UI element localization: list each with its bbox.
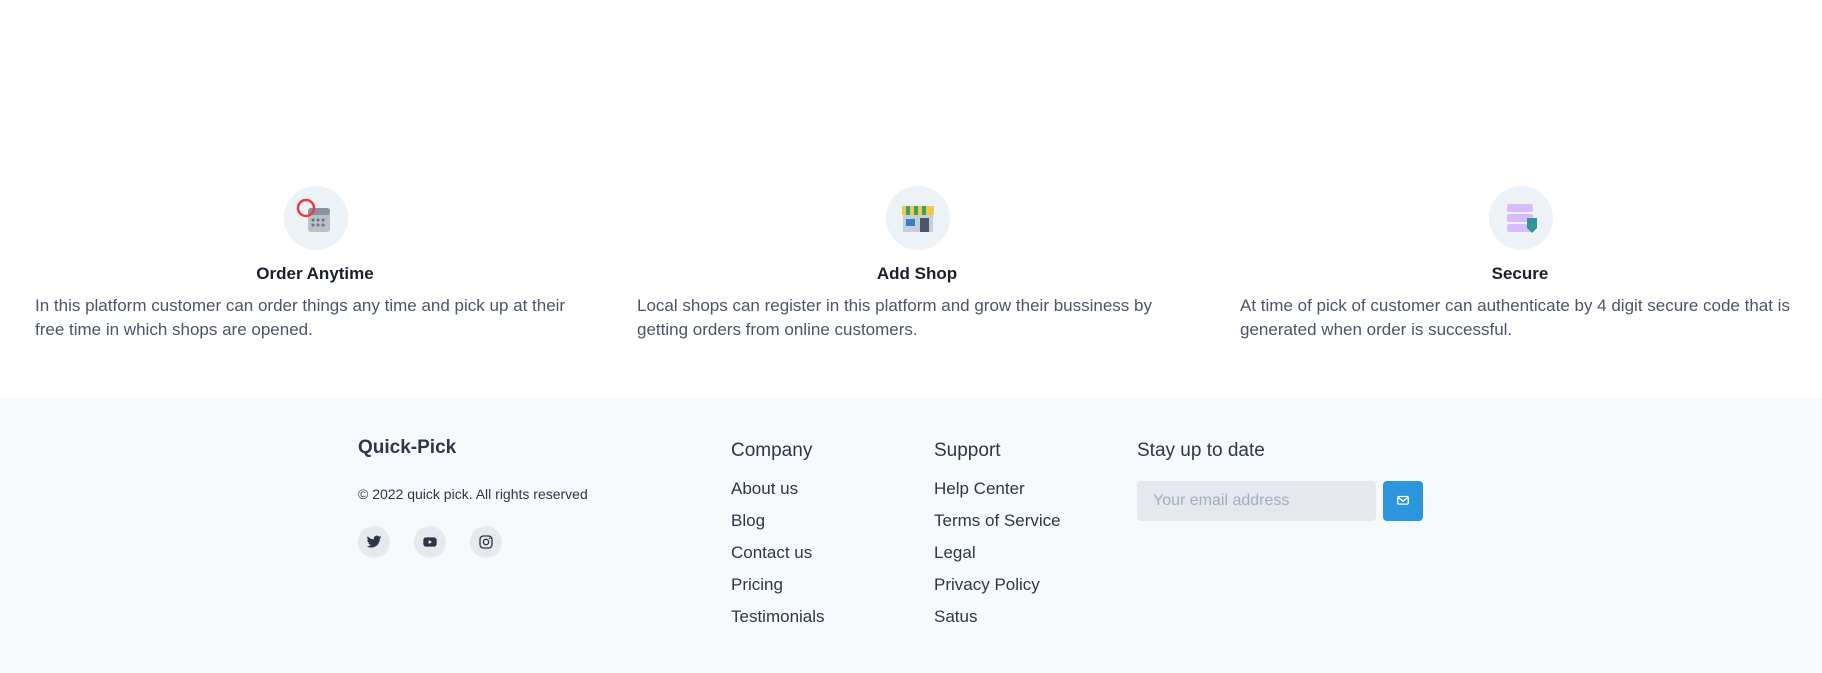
- feature-title: Add Shop: [876, 264, 958, 283]
- footer-link-legal[interactable]: Legal: [934, 543, 1061, 575]
- social-links: [358, 526, 502, 558]
- order-calendar-icon: [284, 186, 348, 250]
- footer-link-blog[interactable]: Blog: [731, 511, 825, 543]
- shop-icon: [886, 186, 950, 250]
- support-heading: Support: [934, 440, 1001, 461]
- footer-link-help-center[interactable]: Help Center: [934, 479, 1061, 511]
- support-column: Support Help Center Terms of Service Leg…: [934, 440, 1061, 639]
- feature-description: In this platform customer can order thin…: [35, 296, 566, 339]
- features-section: Order Anytime In this platform customer …: [0, 0, 1822, 398]
- footer-link-status[interactable]: Satus: [934, 607, 1061, 639]
- subscribe-heading: Stay up to date: [1137, 440, 1265, 461]
- footer-link-about-us[interactable]: About us: [731, 479, 825, 511]
- footer-link-privacy[interactable]: Privacy Policy: [934, 575, 1061, 607]
- footer-link-testimonials[interactable]: Testimonials: [731, 607, 825, 639]
- subscribe-button[interactable]: [1383, 481, 1423, 521]
- secure-shield-icon: [1489, 186, 1553, 250]
- twitter-icon[interactable]: [358, 526, 390, 558]
- copyright-text: © 2022 quick pick. All rights reserved: [358, 486, 588, 502]
- footer-link-terms[interactable]: Terms of Service: [934, 511, 1061, 543]
- feature-description: Local shops can register in this platfor…: [637, 296, 1152, 339]
- mail-icon: [1396, 493, 1410, 510]
- email-input[interactable]: [1137, 481, 1376, 521]
- instagram-icon[interactable]: [470, 526, 502, 558]
- feature-title: Secure: [1491, 264, 1549, 283]
- site-footer: Quick-Pick © 2022 quick pick. All rights…: [0, 398, 1822, 673]
- feature-description: At time of pick of customer can authenti…: [1240, 296, 1790, 339]
- footer-link-pricing[interactable]: Pricing: [731, 575, 825, 607]
- footer-link-contact-us[interactable]: Contact us: [731, 543, 825, 575]
- brand-name[interactable]: Quick-Pick: [358, 437, 456, 459]
- company-column: Company About us Blog Contact us Pricing…: [731, 440, 825, 639]
- feature-title: Order Anytime: [256, 264, 374, 283]
- company-heading: Company: [731, 440, 813, 461]
- youtube-icon[interactable]: [414, 526, 446, 558]
